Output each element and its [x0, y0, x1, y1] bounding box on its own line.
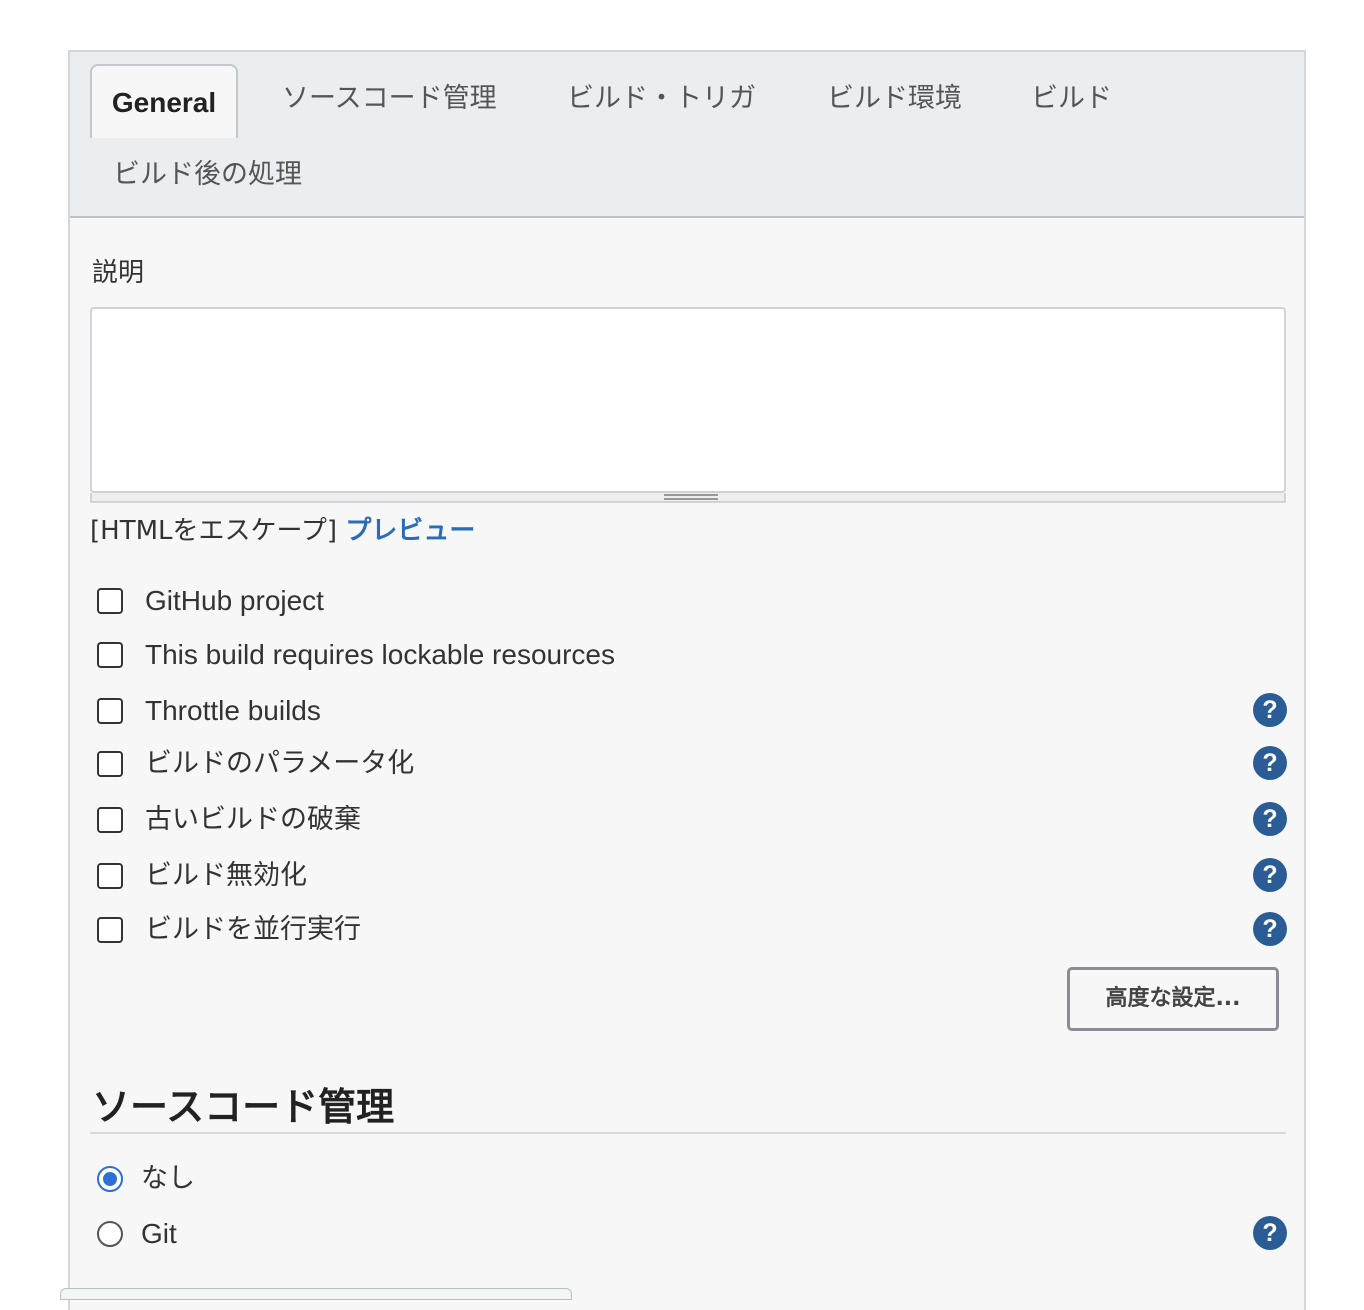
scm-none-radio[interactable] [97, 1166, 123, 1192]
html-escape-line: [HTMLをエスケープ] プレビュー [90, 510, 475, 547]
parameterized-build-checkbox[interactable] [97, 751, 123, 777]
discard-old-builds-checkbox[interactable] [97, 807, 123, 833]
tab-build-environment[interactable]: ビルド環境 [827, 82, 962, 116]
concurrent-builds-checkbox[interactable] [97, 917, 123, 943]
scm-option-none: なし [97, 1160, 1287, 1200]
concurrent-builds-label[interactable]: ビルドを並行実行 [145, 911, 361, 949]
discard-old-builds-label[interactable]: 古いビルドの破棄 [145, 801, 361, 839]
scm-section-title: ソースコード管理 [92, 1085, 395, 1129]
scm-option-git: Git ? [97, 1215, 1287, 1255]
parameterized-build-label[interactable]: ビルドのパラメータ化 [145, 745, 414, 783]
resize-grip-icon[interactable] [664, 494, 718, 500]
option-disable-build: ビルド無効化 ? [97, 857, 1287, 897]
advanced-settings-button[interactable]: 高度な設定... [1067, 967, 1279, 1031]
help-icon[interactable]: ? [1253, 1216, 1287, 1250]
option-throttle-builds: Throttle builds ? [97, 692, 1287, 732]
option-concurrent-builds: ビルドを並行実行 ? [97, 911, 1287, 951]
github-project-label[interactable]: GitHub project [145, 582, 324, 620]
description-label: 説明 [92, 258, 145, 288]
scm-git-label[interactable]: Git [141, 1215, 177, 1253]
tab-build[interactable]: ビルド [1031, 82, 1112, 116]
job-config-panel: General ソースコード管理 ビルド・トリガ ビルド環境 ビルド ビルド後の… [68, 50, 1306, 1310]
github-project-checkbox[interactable] [97, 588, 123, 614]
section-divider [90, 1132, 1286, 1134]
help-icon[interactable]: ? [1253, 693, 1287, 727]
tab-post-build-actions[interactable]: ビルド後の処理 [113, 158, 302, 192]
tab-source-code-management[interactable]: ソースコード管理 [282, 82, 497, 116]
tab-general[interactable]: General [90, 64, 238, 138]
lockable-resources-label[interactable]: This build requires lockable resources [145, 636, 615, 674]
option-lockable-resources: This build requires lockable resources [97, 636, 1287, 676]
disable-build-checkbox[interactable] [97, 863, 123, 889]
help-icon[interactable]: ? [1253, 858, 1287, 892]
option-discard-old-builds: 古いビルドの破棄 ? [97, 801, 1287, 841]
throttle-builds-label[interactable]: Throttle builds [145, 692, 321, 730]
scm-git-radio[interactable] [97, 1221, 123, 1247]
help-icon[interactable]: ? [1253, 802, 1287, 836]
disable-build-label[interactable]: ビルド無効化 [145, 857, 307, 895]
help-icon[interactable]: ? [1253, 912, 1287, 946]
lockable-resources-checkbox[interactable] [97, 642, 123, 668]
preview-link[interactable]: プレビュー [345, 516, 475, 546]
bottom-panel-edge [60, 1288, 572, 1300]
option-parameterized-build: ビルドのパラメータ化 ? [97, 745, 1287, 785]
textarea-resize-bar[interactable] [90, 493, 1286, 503]
config-tab-bar: General ソースコード管理 ビルド・トリガ ビルド環境 ビルド ビルド後の… [70, 52, 1304, 218]
html-escape-note: [HTMLをエスケープ] [90, 516, 338, 546]
option-github-project: GitHub project [97, 582, 1287, 622]
tab-build-triggers[interactable]: ビルド・トリガ [567, 82, 756, 116]
description-textarea[interactable] [90, 307, 1286, 493]
throttle-builds-checkbox[interactable] [97, 698, 123, 724]
help-icon[interactable]: ? [1253, 746, 1287, 780]
scm-none-label[interactable]: なし [141, 1160, 195, 1198]
